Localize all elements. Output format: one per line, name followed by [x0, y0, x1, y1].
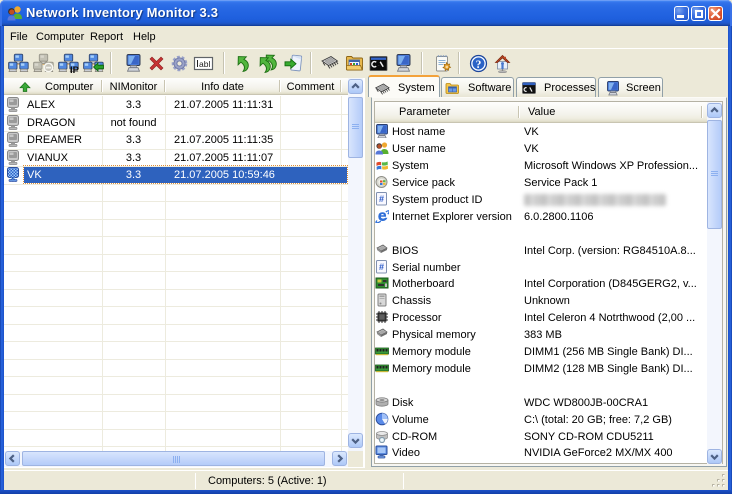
svg-text:abl: abl [199, 59, 210, 69]
svg-text:#: # [379, 194, 384, 204]
svg-text:IP: IP [70, 65, 79, 74]
svg-text:#: # [379, 262, 384, 272]
svg-text:?: ? [476, 59, 482, 71]
